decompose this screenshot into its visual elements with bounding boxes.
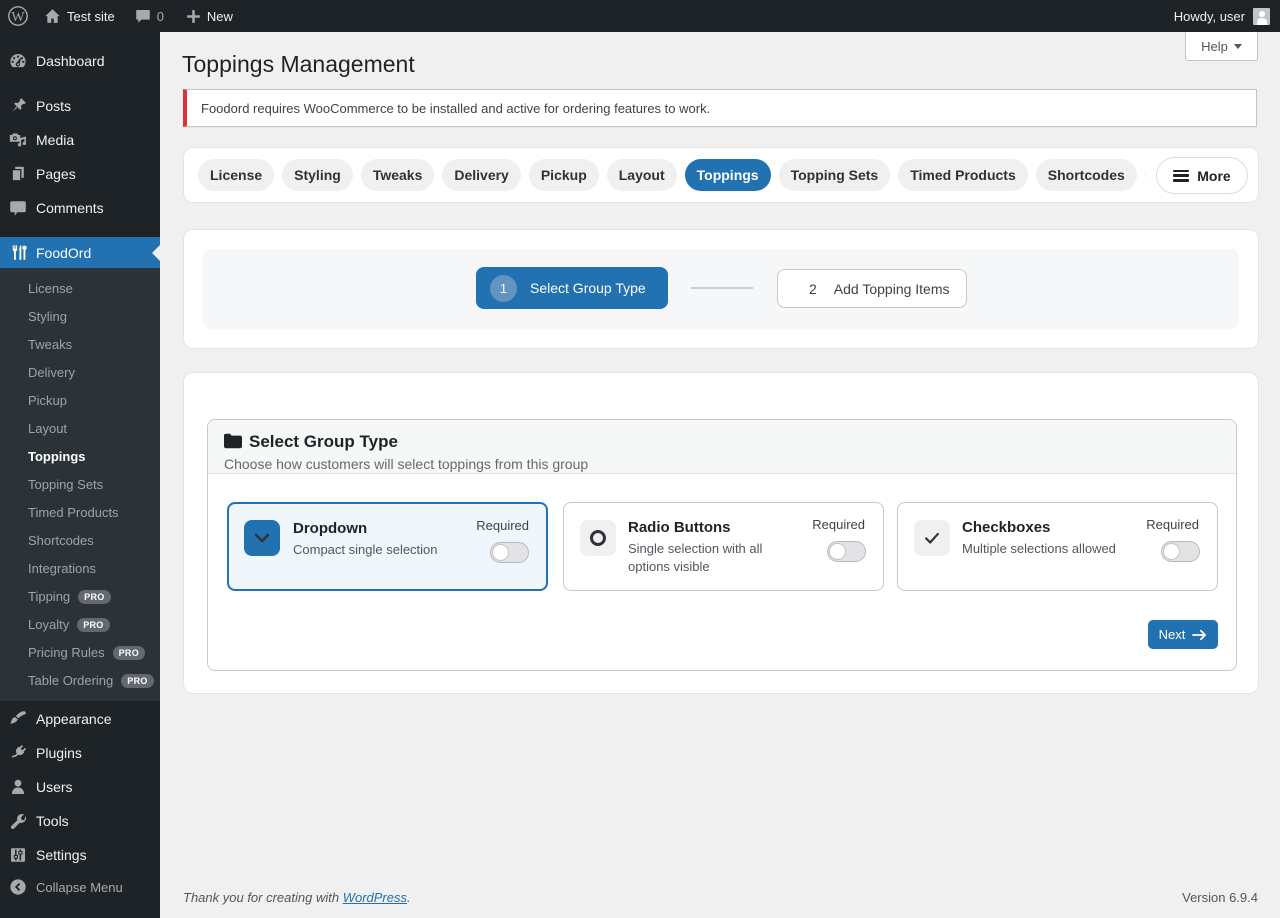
svg-text:W: W xyxy=(11,10,25,25)
